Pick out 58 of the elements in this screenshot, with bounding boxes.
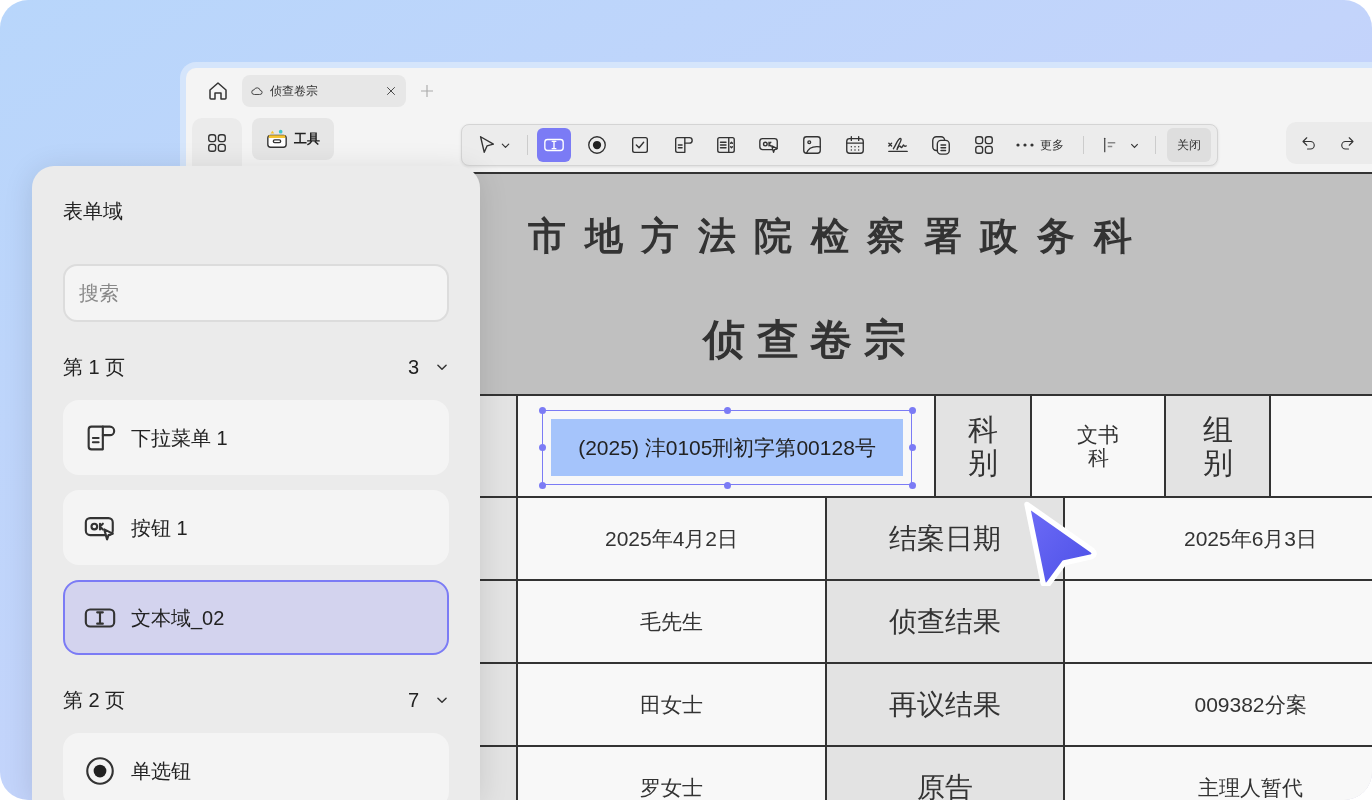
label-cell: 科别	[936, 396, 1032, 498]
dropdown-icon	[672, 134, 694, 156]
table-cell: 田女士	[518, 664, 827, 747]
form-field-item[interactable]: 单选钮	[63, 733, 449, 800]
table-cell: 009382分案	[1065, 664, 1372, 747]
more-icon	[1016, 143, 1034, 147]
tools-tab[interactable]: 工具	[252, 118, 334, 160]
document-subtitle: 侦 查 卷 宗	[703, 315, 907, 365]
grid-icon	[206, 132, 228, 154]
image-icon	[801, 134, 823, 156]
form-field-item[interactable]: 文本域_02	[63, 580, 449, 655]
toolbox-icon	[266, 128, 288, 150]
undo-icon	[1300, 134, 1318, 152]
radio-icon	[586, 134, 608, 156]
table-cell: 2025年6月3日	[1065, 498, 1372, 581]
resize-handle[interactable]	[539, 407, 546, 414]
more-button[interactable]: 更多	[1010, 128, 1070, 162]
label-cell: 侦查结果	[827, 581, 1065, 664]
resize-handle[interactable]	[909, 482, 916, 489]
cloud-icon	[250, 84, 264, 98]
field-count: 7	[407, 688, 419, 713]
label-cell: 原告	[827, 747, 1065, 800]
copy-icon	[930, 134, 952, 156]
document-tab[interactable]: 侦查卷宗	[242, 75, 406, 107]
page-label: 第 1 页	[63, 355, 127, 380]
sidebar-toggle[interactable]	[192, 118, 242, 166]
form-field-item[interactable]: 下拉菜单 1	[63, 400, 449, 475]
label-cell: 组别	[1166, 396, 1271, 498]
checkbox-icon	[629, 134, 651, 156]
tab-label: 侦查卷宗	[270, 83, 319, 100]
listbox-icon	[715, 134, 737, 156]
table-cell: 文书科	[1032, 396, 1166, 498]
table-cell: 罗女士	[518, 747, 827, 800]
resize-handle[interactable]	[724, 482, 731, 489]
close-button[interactable]: 关闭	[1167, 128, 1211, 162]
page-label: 第 2 页	[63, 688, 127, 713]
panel-title: 表单域	[63, 199, 124, 224]
redo-icon	[1338, 134, 1356, 152]
resize-handle[interactable]	[909, 407, 916, 414]
table-cell: 2025年4月2日	[518, 498, 827, 581]
text-field[interactable]: (2025) 沣0105刑初字第00128号	[542, 410, 912, 485]
document-title: 市 地 方 法 院 检 察 署 政 务 科	[528, 214, 1137, 259]
grid-icon	[973, 134, 995, 156]
form-field-item[interactable]: 按钮 1	[63, 490, 449, 565]
resize-handle[interactable]	[539, 444, 546, 451]
home-icon	[206, 79, 230, 103]
field-count: 3	[407, 355, 419, 380]
resize-handle[interactable]	[909, 444, 916, 451]
calendar-icon	[844, 134, 866, 156]
resize-handle[interactable]	[539, 482, 546, 489]
close-icon	[384, 84, 398, 98]
search-field[interactable]: 搜索	[63, 264, 449, 322]
resize-handle[interactable]	[724, 407, 731, 414]
plus-icon	[418, 82, 436, 100]
table-cell: 毛先生	[518, 581, 827, 664]
label-cell: 结案日期	[827, 498, 1065, 581]
table-cell: 主理人暂代	[1065, 747, 1372, 800]
label-cell: 再议结果	[827, 664, 1065, 747]
